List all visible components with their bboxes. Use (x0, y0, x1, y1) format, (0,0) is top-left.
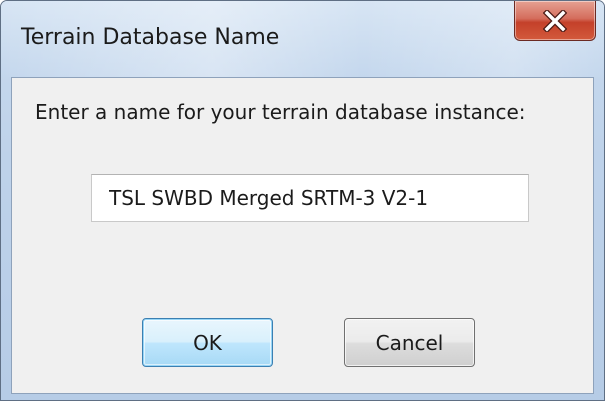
database-name-input[interactable] (91, 174, 529, 222)
ok-button[interactable]: OK (142, 318, 273, 367)
window-title: Terrain Database Name (21, 25, 280, 50)
cancel-button-label: Cancel (375, 330, 444, 355)
close-x-icon (543, 9, 567, 32)
dialog-client-area: Enter a name for your terrain database i… (11, 77, 594, 394)
ok-button-label: OK (193, 330, 222, 355)
terrain-database-name-dialog: Terrain Database Name Enter a name for y… (0, 0, 605, 401)
title-bar[interactable]: Terrain Database Name (1, 1, 604, 77)
close-button[interactable] (514, 1, 596, 41)
cancel-button[interactable]: Cancel (344, 318, 475, 367)
prompt-label: Enter a name for your terrain database i… (35, 100, 526, 124)
